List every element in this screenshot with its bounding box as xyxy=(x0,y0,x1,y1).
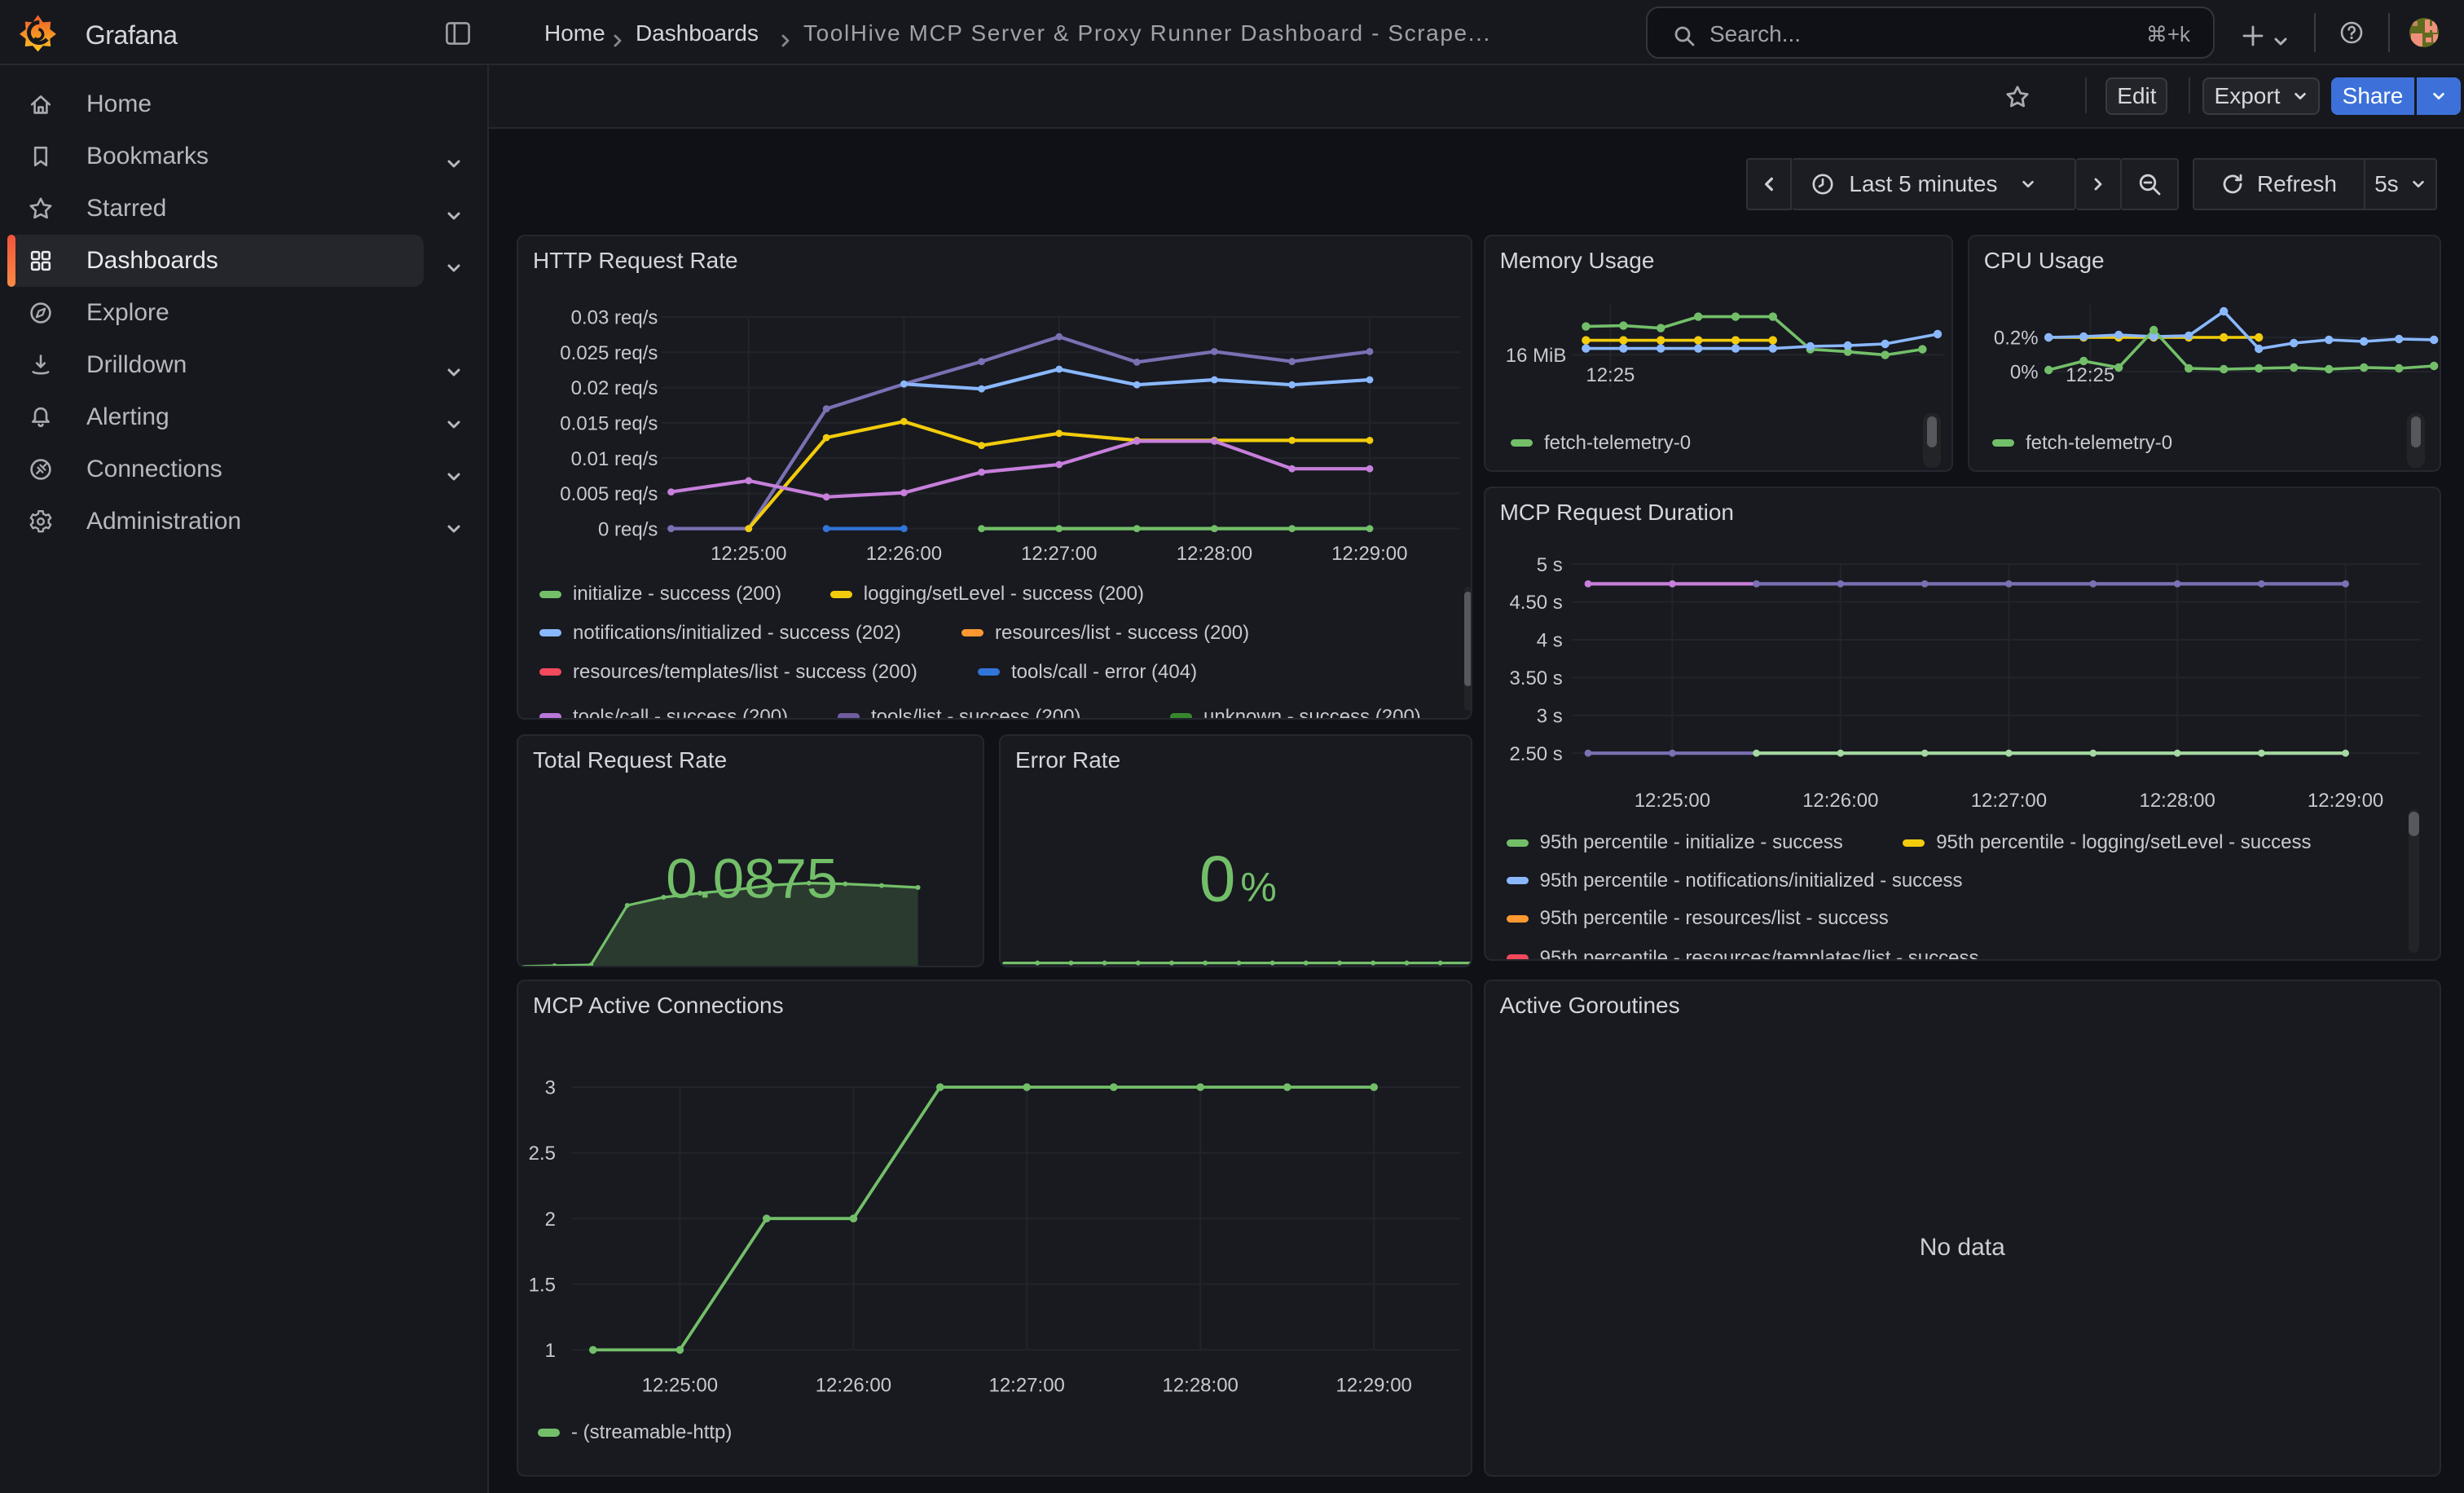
svg-text:4.50 s: 4.50 s xyxy=(1509,592,1562,614)
svg-text:12:27:00: 12:27:00 xyxy=(989,1374,1065,1396)
svg-text:0%: 0% xyxy=(2010,361,2039,383)
svg-text:12:26:00: 12:26:00 xyxy=(1802,790,1878,812)
svg-text:12:25: 12:25 xyxy=(2066,363,2114,385)
svg-text:2: 2 xyxy=(545,1209,556,1231)
svg-text:12:27:00: 12:27:00 xyxy=(1021,543,1097,565)
svg-text:12:28:00: 12:28:00 xyxy=(1177,543,1252,565)
svg-text:1.5: 1.5 xyxy=(529,1274,556,1296)
svg-text:0.025 req/s: 0.025 req/s xyxy=(560,342,658,364)
svg-text:12:26:00: 12:26:00 xyxy=(816,1374,891,1396)
svg-text:2.5: 2.5 xyxy=(529,1143,556,1165)
svg-text:0 req/s: 0 req/s xyxy=(598,518,658,540)
svg-text:0.01 req/s: 0.01 req/s xyxy=(571,447,658,469)
svg-text:12:25: 12:25 xyxy=(1586,363,1635,385)
svg-text:16 MiB: 16 MiB xyxy=(1505,344,1566,366)
svg-text:0.03 req/s: 0.03 req/s xyxy=(571,306,658,328)
svg-text:12:25:00: 12:25:00 xyxy=(642,1374,718,1396)
svg-text:12:29:00: 12:29:00 xyxy=(1336,1374,1412,1396)
svg-text:0.2%: 0.2% xyxy=(1994,327,2039,349)
svg-text:0.0875: 0.0875 xyxy=(666,847,838,909)
svg-text:12:27:00: 12:27:00 xyxy=(1970,790,2046,812)
svg-text:3 s: 3 s xyxy=(1536,705,1562,727)
svg-text:5 s: 5 s xyxy=(1536,554,1562,576)
svg-text:12:28:00: 12:28:00 xyxy=(2139,790,2215,812)
svg-text:3: 3 xyxy=(545,1077,556,1099)
svg-text:3.50 s: 3.50 s xyxy=(1509,667,1562,689)
svg-text:4 s: 4 s xyxy=(1536,630,1562,652)
svg-text:%: % xyxy=(1240,864,1276,909)
svg-text:1: 1 xyxy=(545,1340,556,1362)
svg-text:0.015 req/s: 0.015 req/s xyxy=(560,412,658,434)
svg-text:12:26:00: 12:26:00 xyxy=(866,543,942,565)
svg-text:0.02 req/s: 0.02 req/s xyxy=(571,377,658,399)
svg-text:0.005 req/s: 0.005 req/s xyxy=(560,483,658,505)
svg-text:12:25:00: 12:25:00 xyxy=(1634,790,1709,812)
svg-text:2.50 s: 2.50 s xyxy=(1509,743,1562,765)
svg-text:12:29:00: 12:29:00 xyxy=(1331,543,1407,565)
svg-text:12:29:00: 12:29:00 xyxy=(2307,790,2383,812)
svg-text:12:25:00: 12:25:00 xyxy=(711,543,786,565)
svg-text:0: 0 xyxy=(1199,842,1236,914)
svg-text:12:28:00: 12:28:00 xyxy=(1163,1374,1239,1396)
